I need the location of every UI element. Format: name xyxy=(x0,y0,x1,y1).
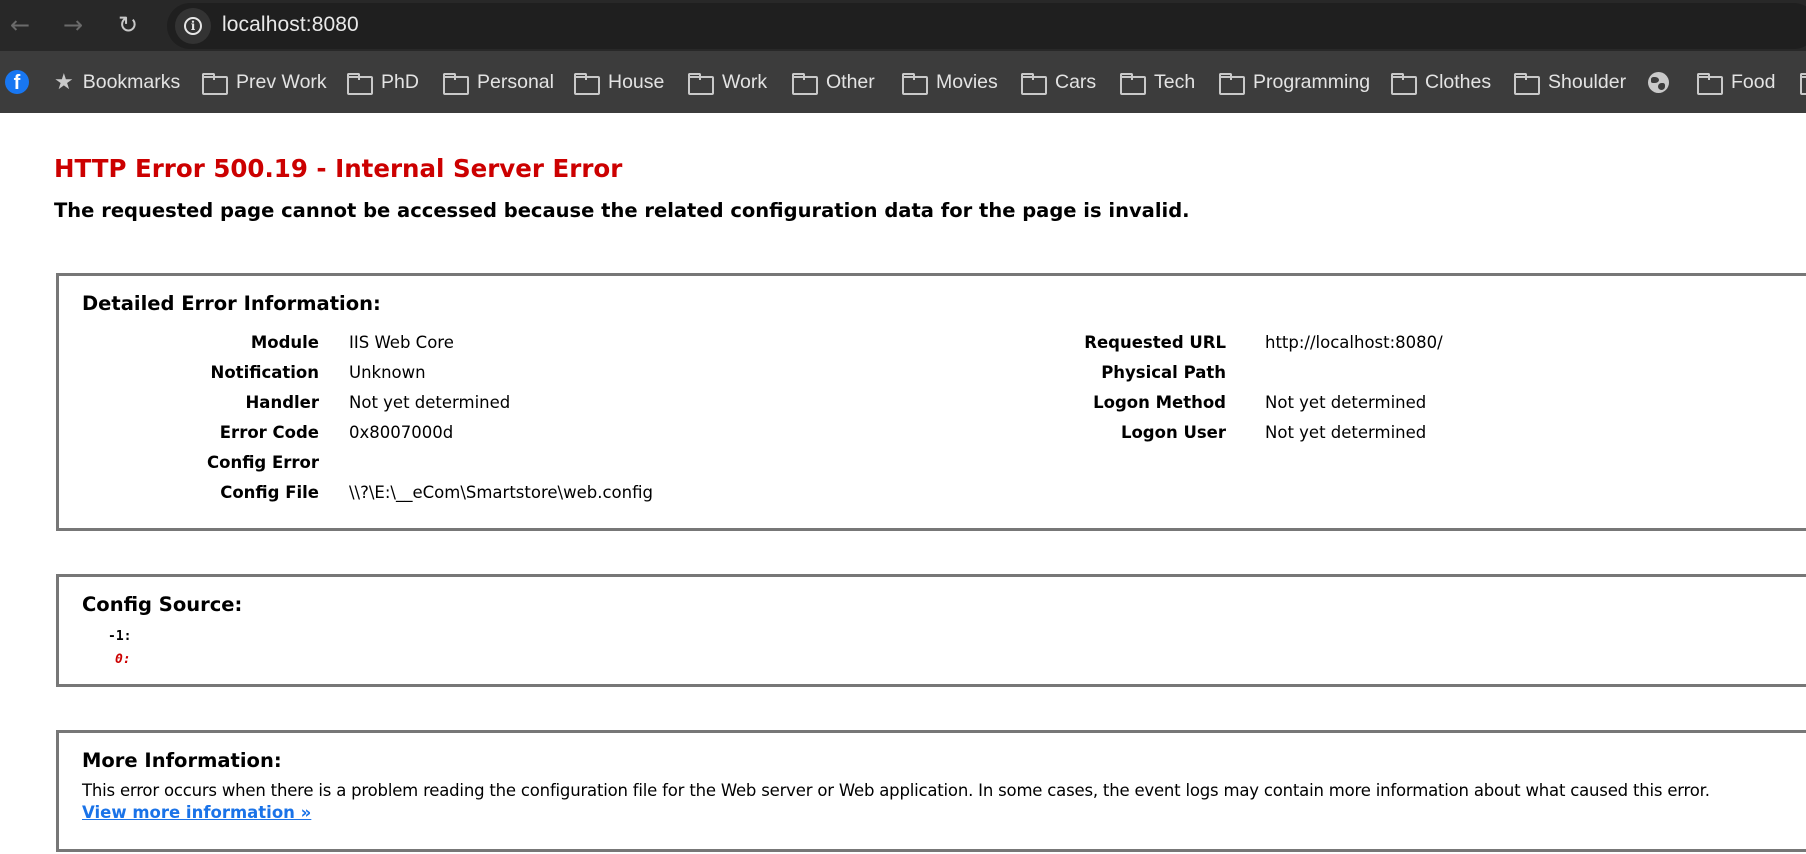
facebook-icon[interactable]: f xyxy=(5,70,29,94)
bookmark-label: Personal xyxy=(477,70,554,93)
bookmark-label: Clothes xyxy=(1425,70,1492,93)
bookmark-label: Programming xyxy=(1253,70,1371,93)
detail-key: Requested URL xyxy=(1084,333,1226,352)
bookmark-folder-work[interactable]: Work xyxy=(688,51,767,113)
error-title: HTTP Error 500.19 - Internal Server Erro… xyxy=(54,154,623,183)
bookmark-label: PhD xyxy=(381,70,419,93)
bookmark-label: Shoulder xyxy=(1548,70,1627,93)
detail-value: 0x8007000d xyxy=(349,423,454,442)
bookmark-label: Food xyxy=(1731,70,1776,93)
detail-key: Error Code xyxy=(219,423,319,442)
arrow-right-icon: → xyxy=(62,11,84,39)
more-information-box: More Information: This error occurs when… xyxy=(56,730,1806,852)
folder-icon xyxy=(1514,73,1540,95)
address-bar[interactable]: i localhost:8080 xyxy=(167,3,1806,49)
folder-icon xyxy=(792,73,818,95)
detail-key: Logon User xyxy=(1120,423,1226,442)
bookmark-folder-programming[interactable]: Programming xyxy=(1219,51,1370,113)
page-content: HTTP Error 500.19 - Internal Server Erro… xyxy=(0,113,1806,854)
detail-key: Config File xyxy=(220,483,319,502)
info-icon: i xyxy=(184,17,202,35)
folder-icon xyxy=(1391,73,1417,95)
bookmark-folder-cars[interactable]: Cars xyxy=(1021,51,1096,113)
bookmark-folder-other[interactable]: Other xyxy=(792,51,875,113)
detail-value: http://localhost:8080/ xyxy=(1265,333,1443,352)
config-source-heading: Config Source: xyxy=(82,593,243,616)
detail-key: Notification xyxy=(210,363,319,382)
bookmark-label: Prev Work xyxy=(236,70,327,93)
config-source-line-error: 0: xyxy=(115,652,131,667)
bookmark-folder-clothes[interactable]: Clothes xyxy=(1391,51,1491,113)
bookmark-folder-tech[interactable]: Tech xyxy=(1120,51,1195,113)
site-info-button[interactable]: i xyxy=(175,8,211,44)
bookmark-folder-overflow[interactable] xyxy=(1800,51,1806,113)
bookmark-folder-personal[interactable]: Personal xyxy=(443,51,554,113)
bookmarks-bar: f ★ Bookmarks Prev Work PhD Personal Hou… xyxy=(0,51,1806,113)
bookmark-folder-movies[interactable]: Movies xyxy=(902,51,998,113)
browser-toolbar: ← → ↻ i localhost:8080 xyxy=(0,0,1806,51)
bookmark-folder-food[interactable]: Food xyxy=(1697,51,1775,113)
error-subtitle: The requested page cannot be accessed be… xyxy=(54,199,1190,222)
detail-value: Not yet determined xyxy=(1265,423,1427,442)
folder-icon xyxy=(443,73,469,95)
bookmark-bookmarks[interactable]: ★ Bookmarks xyxy=(54,51,180,113)
detailed-error-box: Detailed Error Information: Module IIS W… xyxy=(56,273,1806,531)
bookmark-label: Tech xyxy=(1154,70,1196,93)
detail-key: Config Error xyxy=(207,453,319,472)
arrow-left-icon: ← xyxy=(9,11,31,39)
bookmark-label: Work xyxy=(722,70,768,93)
detail-key: Physical Path xyxy=(1101,363,1226,382)
globe-icon[interactable] xyxy=(1648,72,1669,93)
bookmark-label: House xyxy=(608,70,665,93)
folder-icon xyxy=(1800,73,1806,95)
url-text[interactable]: localhost:8080 xyxy=(222,13,359,37)
folder-icon xyxy=(574,73,600,95)
reload-button[interactable]: ↻ xyxy=(113,10,143,40)
folder-icon xyxy=(202,73,228,95)
folder-icon xyxy=(1697,73,1723,95)
detail-key: Handler xyxy=(245,393,320,412)
folder-icon xyxy=(347,73,373,95)
detail-value: Not yet determined xyxy=(349,393,511,412)
bookmark-folder-shoulder[interactable]: Shoulder xyxy=(1514,51,1626,113)
folder-icon xyxy=(1219,73,1245,95)
detailed-error-heading: Detailed Error Information: xyxy=(82,292,381,315)
bookmark-folder-prev-work[interactable]: Prev Work xyxy=(202,51,327,113)
detail-key: Module xyxy=(250,333,319,352)
forward-button[interactable]: → xyxy=(58,10,88,40)
bookmark-label: Movies xyxy=(936,70,998,93)
view-more-information-link[interactable]: View more information » xyxy=(82,803,311,822)
folder-icon xyxy=(1021,73,1047,95)
folder-icon xyxy=(688,73,714,95)
more-information-text: This error occurs when there is a proble… xyxy=(82,781,1710,800)
config-source-box: Config Source: -1: 0: xyxy=(56,574,1806,687)
detail-value: Unknown xyxy=(349,363,426,382)
folder-icon xyxy=(902,73,928,95)
detail-value: \\?\E:\__eCom\Smartstore\web.config xyxy=(349,483,653,502)
detail-value: IIS Web Core xyxy=(349,333,454,352)
star-icon: ★ xyxy=(54,69,74,94)
back-button[interactable]: ← xyxy=(5,10,35,40)
bookmark-label: Bookmarks xyxy=(82,70,181,93)
folder-icon xyxy=(1120,73,1146,95)
bookmark-label: Cars xyxy=(1055,70,1097,93)
detail-value: Not yet determined xyxy=(1265,393,1427,412)
bookmark-label: Other xyxy=(826,70,875,93)
reload-icon: ↻ xyxy=(117,11,139,39)
config-source-line: -1: xyxy=(108,629,132,644)
detail-key: Logon Method xyxy=(1093,393,1226,412)
bookmark-folder-phd[interactable]: PhD xyxy=(347,51,419,113)
bookmark-folder-house[interactable]: House xyxy=(574,51,664,113)
more-information-heading: More Information: xyxy=(82,749,282,772)
